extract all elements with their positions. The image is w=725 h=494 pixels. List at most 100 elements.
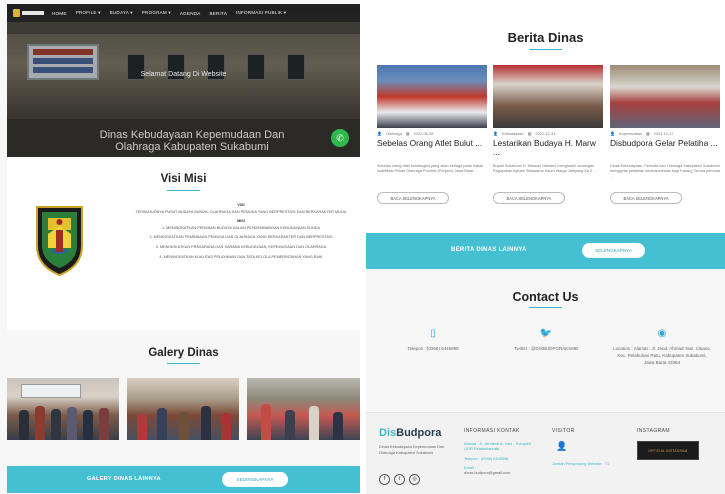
galery-photo[interactable]	[247, 378, 360, 440]
galery-photo-banner	[21, 384, 81, 398]
heading-underline	[167, 190, 200, 191]
footer-brand: DisBudpora	[379, 427, 441, 439]
news-card-excerpt: Sebelas orang atlet bulutangkis yang aka…	[377, 164, 484, 174]
news-card-date: 2021-12-31	[535, 131, 556, 136]
user-icon: 👤	[556, 441, 568, 451]
nav-item-home[interactable]: HOME	[52, 11, 67, 16]
contact-section: Contact Us ▯ Telepon : (0266) 6446998 🐦 …	[366, 269, 725, 412]
news-card-date: 2021-12-17	[653, 131, 674, 136]
instagram-icon[interactable]: ◎	[409, 474, 420, 485]
heading-underline	[167, 363, 200, 364]
read-more-button[interactable]: BACA SELENGKAPNYA	[377, 192, 449, 204]
news-card-image[interactable]	[377, 65, 487, 128]
galery-photo[interactable]	[127, 378, 239, 440]
nav-item-berita[interactable]: BERITA	[210, 11, 227, 16]
phone-icon: ▯	[430, 328, 436, 339]
footer-visitor-heading: VISITOR	[552, 428, 575, 434]
instagram-feed-image[interactable]: OFFICIAL INSTAGRAM	[637, 441, 699, 460]
site-logo[interactable]	[13, 9, 44, 17]
contact-location: ◉ Location : Alamat : Jl. Jend. Ahmad Ya…	[612, 327, 712, 366]
footer-social-links: f t ◎	[379, 474, 420, 485]
berita-heading: Berita Dinas	[507, 30, 584, 45]
footer-phone: Telepon : (0266) 6446998	[464, 455, 509, 461]
footer-about: Dinas Kebudayaan Kepemudaan Dan Olahraga…	[379, 444, 445, 455]
galery-more-button[interactable]: SELENGKAPNYA	[222, 472, 288, 487]
footer-visitor-count: Jumlah Pengunjung Website : 71	[552, 461, 610, 466]
galery-heading: Galery Dinas	[148, 347, 219, 359]
top-navigation: HOME PROFILE ▾ BUDAYA ▾ PROGRAM ▾ AGENDA…	[7, 4, 360, 22]
footer-brand-prefix: Dis	[379, 427, 397, 439]
misi-item: 2. MENINGKATKAN PEMBINAAN PEMUDA DAN OLA…	[149, 235, 333, 240]
footer-instagram-heading: INSTAGRAM	[637, 428, 670, 434]
nav-item-agenda[interactable]: AGENDA	[180, 11, 201, 16]
berita-more-bar: BERITA DINAS LAINNYA SELENGKAPNYA	[366, 233, 725, 269]
visi-statement: TERWUJUDNYA PUSAT BUDAYA SUNDA, OLAHRAGA…	[135, 209, 347, 214]
berita-more-label: BERITA DINAS LAINNYA	[451, 247, 527, 253]
news-card-author: Olahraga	[385, 131, 402, 136]
heading-underline	[529, 307, 562, 308]
twitter-icon[interactable]: 🐦	[496, 327, 596, 341]
author-icon: 👤	[610, 131, 615, 136]
misi-item: 1. MENINGKATKAN PERANAN BUDAYA DALAM PEN…	[161, 225, 321, 230]
news-card: 👤 Kepemudaan ▦ 2021-12-17 Disbudpora Gel…	[610, 65, 720, 215]
footer-email-block: Email : dinas.budpora@gmail.com	[464, 465, 534, 476]
nav-item-budaya[interactable]: BUDAYA ▾	[110, 10, 133, 16]
visi-misi-section: Visi Misi VISI TERWUJUDNYA PUSAT BUDAYA …	[7, 157, 360, 330]
nav-item-informasi-publik[interactable]: INFORMASI PUBLIK ▾	[236, 10, 286, 16]
footer-email-label: Email :	[464, 464, 476, 470]
twitter-icon[interactable]: t	[394, 474, 405, 485]
facebook-icon[interactable]: f	[379, 474, 390, 485]
footer-email[interactable]: dinas.budpora@gmail.com	[464, 470, 510, 475]
news-card-author: Kebudayaan	[501, 131, 524, 136]
galery-more-label: GALERY DINAS LAINNYA	[87, 476, 161, 482]
footer-instagram: INSTAGRAM OFFICIAL INSTAGRAM	[637, 428, 717, 460]
misi-item: 4. MENINGKATKAN KUALITAS PELAYANAN DAN T…	[159, 254, 323, 259]
news-card-title[interactable]: Lestarikan Budaya H. Marw ...	[493, 139, 603, 159]
news-card-excerpt: Dinas Kebudayaan, Pemuda dan Olahraga Ka…	[610, 164, 720, 179]
galery-more-bar: GALERY DINAS LAINNYA SELENGKAPNYA	[7, 466, 360, 493]
news-card-image[interactable]	[610, 65, 720, 128]
news-card-meta: 👤 Kebudayaan ▦ 2021-12-31	[493, 131, 603, 136]
footer-info-heading: INFORMASI KONTAK	[464, 428, 520, 434]
read-more-button[interactable]: BACA SELENGKAPNYA	[493, 192, 565, 204]
hero-title: Dinas Kebudayaan Kepemudaan Dan Olahraga…	[99, 129, 285, 153]
contact-location-text: Location : Alamat : Jl. Jend. Ahmad Yani…	[613, 346, 711, 365]
logo-wordmark	[22, 11, 44, 15]
calendar-icon: ▦	[405, 131, 410, 136]
kabupaten-emblem-icon	[36, 206, 83, 277]
author-icon: 👤	[493, 131, 498, 136]
berita-more-button[interactable]: SELENGKAPNYA	[582, 243, 645, 258]
footer-visitor: VISITOR 👤 Jumlah Pengunjung Website : 71	[552, 428, 622, 470]
read-more-button[interactable]: BACA SELENGKAPNYA	[610, 192, 682, 204]
calendar-icon: ▦	[646, 131, 650, 136]
news-card-image[interactable]	[493, 65, 603, 128]
hero-welcome-text: Selamat Datang Di Website	[140, 71, 227, 78]
visi-misi-heading: Visi Misi	[160, 173, 207, 185]
misi-label: MISI	[237, 219, 245, 224]
site-footer: DisBudpora Dinas Kebudayaan Kepemudaan D…	[366, 412, 725, 494]
contact-heading: Contact Us	[512, 290, 579, 304]
author-icon: 👤	[377, 131, 382, 136]
logo-emblem-icon	[13, 9, 20, 17]
contact-phone-text: Telepon : (0266) 6446998	[407, 346, 459, 351]
whatsapp-icon[interactable]: ✆	[331, 129, 349, 147]
news-card-title[interactable]: Disbudpora Gelar Pelatiha ...	[610, 139, 720, 159]
left-page-column: HOME PROFILE ▾ BUDAYA ▾ PROGRAM ▾ AGENDA…	[0, 0, 360, 494]
nav-item-program[interactable]: PROGRAM ▾	[142, 10, 171, 16]
misi-item: 3. MENINGKATKAN PRASARANA DAN SARANA KEB…	[155, 244, 327, 249]
news-card: 👤 Kebudayaan ▦ 2021-12-31 Lestarikan Bud…	[493, 65, 603, 215]
news-card-meta: 👤 Kepemudaan ▦ 2021-12-17	[610, 131, 720, 136]
galery-photo[interactable]	[7, 378, 119, 440]
location-pin-icon: ◉	[657, 328, 667, 339]
contact-twitter-text: Twitter : @DISBUDPORAKSMB	[513, 346, 579, 351]
heading-underline	[529, 49, 562, 50]
hero-section: HOME PROFILE ▾ BUDAYA ▾ PROGRAM ▾ AGENDA…	[7, 4, 360, 157]
news-card: 👤 Olahraga ▦ 2022-06-08 Sebelas Orang At…	[377, 65, 487, 215]
news-card-title[interactable]: Sebelas Orang Atlet Bulut ...	[377, 139, 487, 159]
footer-brand-suffix: Budpora	[396, 427, 442, 439]
footer-address: Alamat : Jl. Jenderal A. Yani - Komplek …	[464, 441, 531, 452]
right-page-column: Berita Dinas 👤 Olahraga ▦ 2022-06-08 Seb…	[366, 0, 725, 494]
news-card-author: Kepemudaan	[618, 131, 643, 136]
news-card-meta: 👤 Olahraga ▦ 2022-06-08	[377, 131, 487, 136]
nav-item-profile[interactable]: PROFILE ▾	[76, 10, 101, 16]
